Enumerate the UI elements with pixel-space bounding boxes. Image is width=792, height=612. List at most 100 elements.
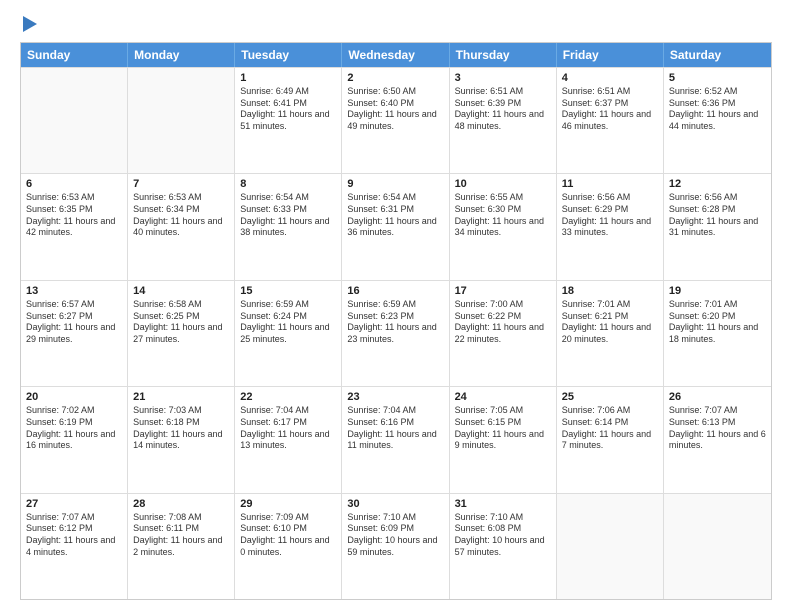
day-info: Sunrise: 7:09 AM Sunset: 6:10 PM Dayligh… [240,512,336,559]
day-cell-12: 12Sunrise: 6:56 AM Sunset: 6:28 PM Dayli… [664,174,771,279]
day-number: 13 [26,285,122,297]
day-info: Sunrise: 7:06 AM Sunset: 6:14 PM Dayligh… [562,405,658,452]
day-info: Sunrise: 7:10 AM Sunset: 6:08 PM Dayligh… [455,512,551,559]
logo [20,16,37,32]
day-cell-13: 13 Sunrise: 6:57 AM Sunset: 6:27 PM Dayli… [21,281,128,386]
day-info: Sunrise: 6:54 AM Sunset: 6:33 PM Dayligh… [240,192,336,239]
header-day-monday: Monday [128,43,235,67]
day-number: 24 [455,391,551,403]
day-number: 18 [562,285,658,297]
day-number: 7 [133,178,229,190]
day-info: Sunrise: 6:57 AM Sunset: 6:27 PM Dayligh… [26,299,122,346]
day-info: Sunrise: 6:59 AM Sunset: 6:23 PM Dayligh… [347,299,443,346]
day-number: 17 [455,285,551,297]
page: SundayMondayTuesdayWednesdayThursdayFrid… [0,0,792,612]
day-number: 27 [26,498,122,510]
day-number: 2 [347,72,443,84]
day-cell-30: 30 Sunrise: 7:10 AM Sunset: 6:09 PM Dayli… [342,494,449,599]
day-number: 20 [26,391,122,403]
day-number: 28 [133,498,229,510]
day-info: Sunrise: 6:51 AM Sunset: 6:37 PM Dayligh… [562,86,658,133]
day-cell-14: 14 Sunrise: 6:58 AM Sunset: 6:25 PM Dayli… [128,281,235,386]
day-number: 16 [347,285,443,297]
day-number: 11 [562,178,658,190]
day-info: Sunrise: 7:08 AM Sunset: 6:11 PM Dayligh… [133,512,229,559]
calendar: SundayMondayTuesdayWednesdayThursdayFrid… [20,42,772,600]
day-number: 22 [240,391,336,403]
day-number: 1 [240,72,336,84]
header-day-saturday: Saturday [664,43,771,67]
day-info: Sunrise: 7:01 AM Sunset: 6:21 PM Dayligh… [562,299,658,346]
day-number: 4 [562,72,658,84]
day-cell-2: 2 Sunrise: 6:50 AM Sunset: 6:40 PM Daylig… [342,68,449,173]
header-day-thursday: Thursday [450,43,557,67]
week-row-2: 6 Sunrise: 6:53 AM Sunset: 6:35 PM Daylig… [21,173,771,279]
day-info: Sunrise: 6:56 AM Sunset: 6:28 PM Dayligh… [669,192,766,239]
day-cell-28: 28 Sunrise: 7:08 AM Sunset: 6:11 PM Dayli… [128,494,235,599]
day-cell-1: 1 Sunrise: 6:49 AM Sunset: 6:41 PM Daylig… [235,68,342,173]
day-number: 14 [133,285,229,297]
day-info: Sunrise: 6:53 AM Sunset: 6:35 PM Dayligh… [26,192,122,239]
day-cell-31: 31 Sunrise: 7:10 AM Sunset: 6:08 PM Dayli… [450,494,557,599]
day-info: Sunrise: 6:52 AM Sunset: 6:36 PM Dayligh… [669,86,766,133]
day-number: 23 [347,391,443,403]
day-info: Sunrise: 7:10 AM Sunset: 6:09 PM Dayligh… [347,512,443,559]
day-cell-20: 20 Sunrise: 7:02 AM Sunset: 6:19 PM Dayli… [21,387,128,492]
day-info: Sunrise: 6:58 AM Sunset: 6:25 PM Dayligh… [133,299,229,346]
day-info: Sunrise: 6:51 AM Sunset: 6:39 PM Dayligh… [455,86,551,133]
calendar-body: 1 Sunrise: 6:49 AM Sunset: 6:41 PM Daylig… [21,67,771,599]
day-info: Sunrise: 6:54 AM Sunset: 6:31 PM Dayligh… [347,192,443,239]
day-info: Sunrise: 7:04 AM Sunset: 6:17 PM Dayligh… [240,405,336,452]
empty-cell [21,68,128,173]
week-row-1: 1 Sunrise: 6:49 AM Sunset: 6:41 PM Daylig… [21,67,771,173]
day-info: Sunrise: 6:50 AM Sunset: 6:40 PM Dayligh… [347,86,443,133]
day-number: 25 [562,391,658,403]
header [20,16,772,32]
day-cell-5: 5 Sunrise: 6:52 AM Sunset: 6:36 PM Daylig… [664,68,771,173]
day-info: Sunrise: 7:03 AM Sunset: 6:18 PM Dayligh… [133,405,229,452]
day-number: 6 [26,178,122,190]
day-cell-8: 8 Sunrise: 6:54 AM Sunset: 6:33 PM Daylig… [235,174,342,279]
day-cell-7: 7 Sunrise: 6:53 AM Sunset: 6:34 PM Daylig… [128,174,235,279]
day-cell-4: 4 Sunrise: 6:51 AM Sunset: 6:37 PM Daylig… [557,68,664,173]
day-info: Sunrise: 7:01 AM Sunset: 6:20 PM Dayligh… [669,299,766,346]
day-cell-27: 27Sunrise: 7:07 AM Sunset: 6:12 PM Dayli… [21,494,128,599]
day-cell-6: 6 Sunrise: 6:53 AM Sunset: 6:35 PM Daylig… [21,174,128,279]
logo-arrow-icon [23,16,37,32]
day-number: 5 [669,72,766,84]
day-cell-21: 21 Sunrise: 7:03 AM Sunset: 6:18 PM Dayli… [128,387,235,492]
empty-cell [557,494,664,599]
day-cell-9: 9 Sunrise: 6:54 AM Sunset: 6:31 PM Daylig… [342,174,449,279]
day-info: Sunrise: 6:49 AM Sunset: 6:41 PM Dayligh… [240,86,336,133]
day-info: Sunrise: 7:02 AM Sunset: 6:19 PM Dayligh… [26,405,122,452]
day-info: Sunrise: 7:05 AM Sunset: 6:15 PM Dayligh… [455,405,551,452]
day-cell-16: 16 Sunrise: 6:59 AM Sunset: 6:23 PM Dayli… [342,281,449,386]
day-number: 8 [240,178,336,190]
day-info: Sunrise: 6:59 AM Sunset: 6:24 PM Dayligh… [240,299,336,346]
day-number: 26 [669,391,766,403]
day-number: 29 [240,498,336,510]
day-info: Sunrise: 7:04 AM Sunset: 6:16 PM Dayligh… [347,405,443,452]
day-info: Sunrise: 6:55 AM Sunset: 6:30 PM Dayligh… [455,192,551,239]
header-day-tuesday: Tuesday [235,43,342,67]
empty-cell [664,494,771,599]
day-cell-23: 23 Sunrise: 7:04 AM Sunset: 6:16 PM Dayli… [342,387,449,492]
day-number: 10 [455,178,551,190]
day-cell-24: 24 Sunrise: 7:05 AM Sunset: 6:15 PM Dayli… [450,387,557,492]
empty-cell [128,68,235,173]
day-number: 30 [347,498,443,510]
day-number: 31 [455,498,551,510]
week-row-3: 13 Sunrise: 6:57 AM Sunset: 6:27 PM Dayli… [21,280,771,386]
day-cell-18: 18 Sunrise: 7:01 AM Sunset: 6:21 PM Dayli… [557,281,664,386]
header-day-sunday: Sunday [21,43,128,67]
day-info: Sunrise: 7:07 AM Sunset: 6:13 PM Dayligh… [669,405,766,452]
day-number: 9 [347,178,443,190]
day-info: Sunrise: 6:53 AM Sunset: 6:34 PM Dayligh… [133,192,229,239]
day-number: 3 [455,72,551,84]
day-cell-11: 11 Sunrise: 6:56 AM Sunset: 6:29 PM Dayli… [557,174,664,279]
day-cell-22: 22 Sunrise: 7:04 AM Sunset: 6:17 PM Dayli… [235,387,342,492]
day-cell-26: 26 Sunrise: 7:07 AM Sunset: 6:13 PM Dayli… [664,387,771,492]
calendar-header: SundayMondayTuesdayWednesdayThursdayFrid… [21,43,771,67]
day-number: 21 [133,391,229,403]
day-info: Sunrise: 6:56 AM Sunset: 6:29 PM Dayligh… [562,192,658,239]
